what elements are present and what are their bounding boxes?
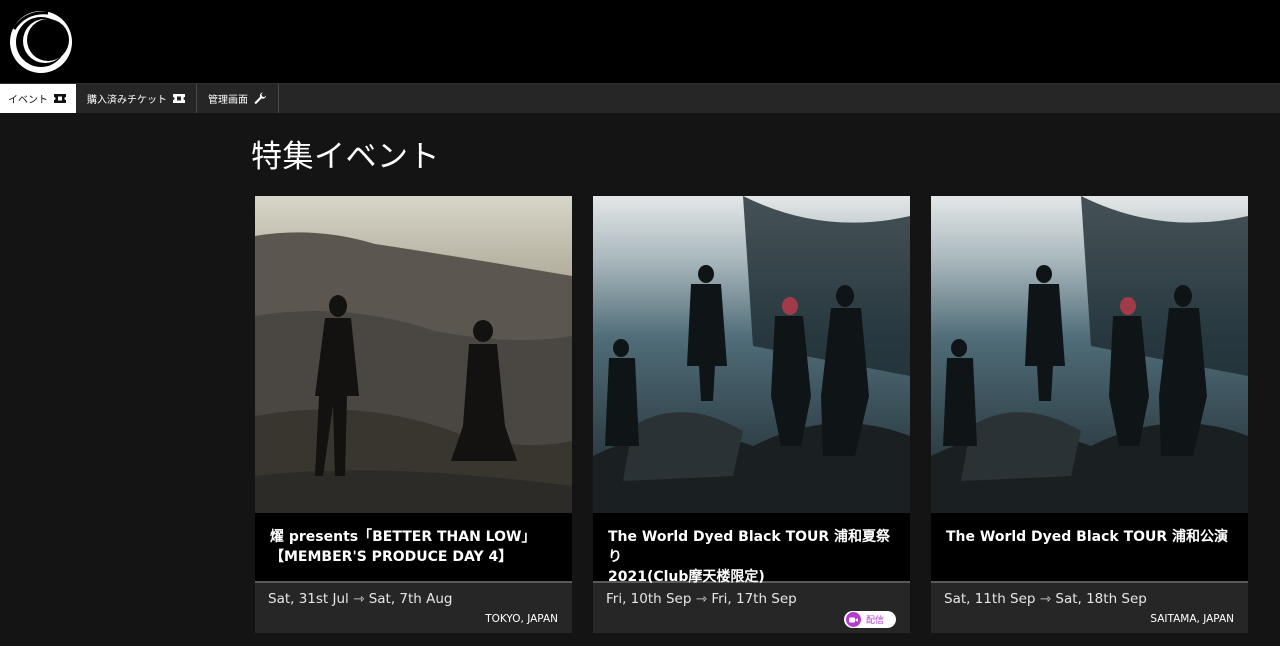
nav-item-label: 管理画面 xyxy=(208,95,248,106)
streaming-badge: 配信 xyxy=(843,611,896,628)
featured-events: 燿 presents「BETTER THAN LOW」 【MEMBER'S PR… xyxy=(255,196,1248,633)
event-footer: Sat, 11th Sep ⇾ Sat, 18th Sep SAITAMA, J… xyxy=(931,583,1248,633)
event-title: 燿 presents「BETTER THAN LOW」 【MEMBER'S PR… xyxy=(255,513,572,583)
page-title: 特集イベント xyxy=(251,139,440,175)
event-footer: Sat, 31st Jul ⇾ Sat, 7th Aug TOKYO, JAPA… xyxy=(255,583,572,633)
main-nav: イベント 購入済みチケット 管理画面 xyxy=(0,83,1280,113)
event-location: SAITAMA, JAPAN xyxy=(1150,613,1234,625)
crescent-logo[interactable] xyxy=(8,9,74,75)
top-header xyxy=(0,0,1280,83)
event-photo xyxy=(255,196,572,513)
badge-label: 配信 xyxy=(865,616,884,626)
wrench-icon xyxy=(254,92,266,104)
nav-item-label: 購入済みチケット xyxy=(87,95,167,106)
ticket-icon xyxy=(54,94,66,103)
event-title-line: 燿 presents「BETTER THAN LOW」 xyxy=(270,529,536,545)
event-title-line: The World Dyed Black TOUR 浦和夏祭り xyxy=(608,529,891,565)
event-location: TOKYO, JAPAN xyxy=(485,613,558,625)
event-card[interactable]: The World Dyed Black TOUR 浦和公演 Sat, 11th… xyxy=(931,196,1248,633)
event-title: The World Dyed Black TOUR 浦和夏祭り 2021(Clu… xyxy=(593,513,910,585)
event-title-line: The World Dyed Black TOUR 浦和公演 xyxy=(946,529,1229,545)
event-card[interactable]: The World Dyed Black TOUR 浦和夏祭り 2021(Clu… xyxy=(593,196,910,633)
event-title-line: 【MEMBER'S PRODUCE DAY 4】 xyxy=(270,549,513,565)
nav-item-events[interactable]: イベント xyxy=(0,84,76,113)
event-card[interactable]: 燿 presents「BETTER THAN LOW」 【MEMBER'S PR… xyxy=(255,196,572,633)
event-dates: Fri, 10th Sep ⇾ Fri, 17th Sep xyxy=(606,591,797,607)
event-dates: Sat, 11th Sep ⇾ Sat, 18th Sep xyxy=(944,591,1147,607)
event-footer: Fri, 10th Sep ⇾ Fri, 17th Sep 配信 xyxy=(593,583,910,633)
event-dates: Sat, 31st Jul ⇾ Sat, 7th Aug xyxy=(268,591,453,607)
nav-item-admin[interactable]: 管理画面 xyxy=(197,84,279,113)
nav-item-label: イベント xyxy=(8,95,48,106)
event-photo xyxy=(593,196,910,513)
video-camera-icon xyxy=(845,612,861,627)
nav-item-purchased-tickets[interactable]: 購入済みチケット xyxy=(76,84,197,113)
event-photo xyxy=(931,196,1248,513)
event-title: The World Dyed Black TOUR 浦和公演 xyxy=(931,513,1248,583)
ticket-icon xyxy=(173,94,185,103)
